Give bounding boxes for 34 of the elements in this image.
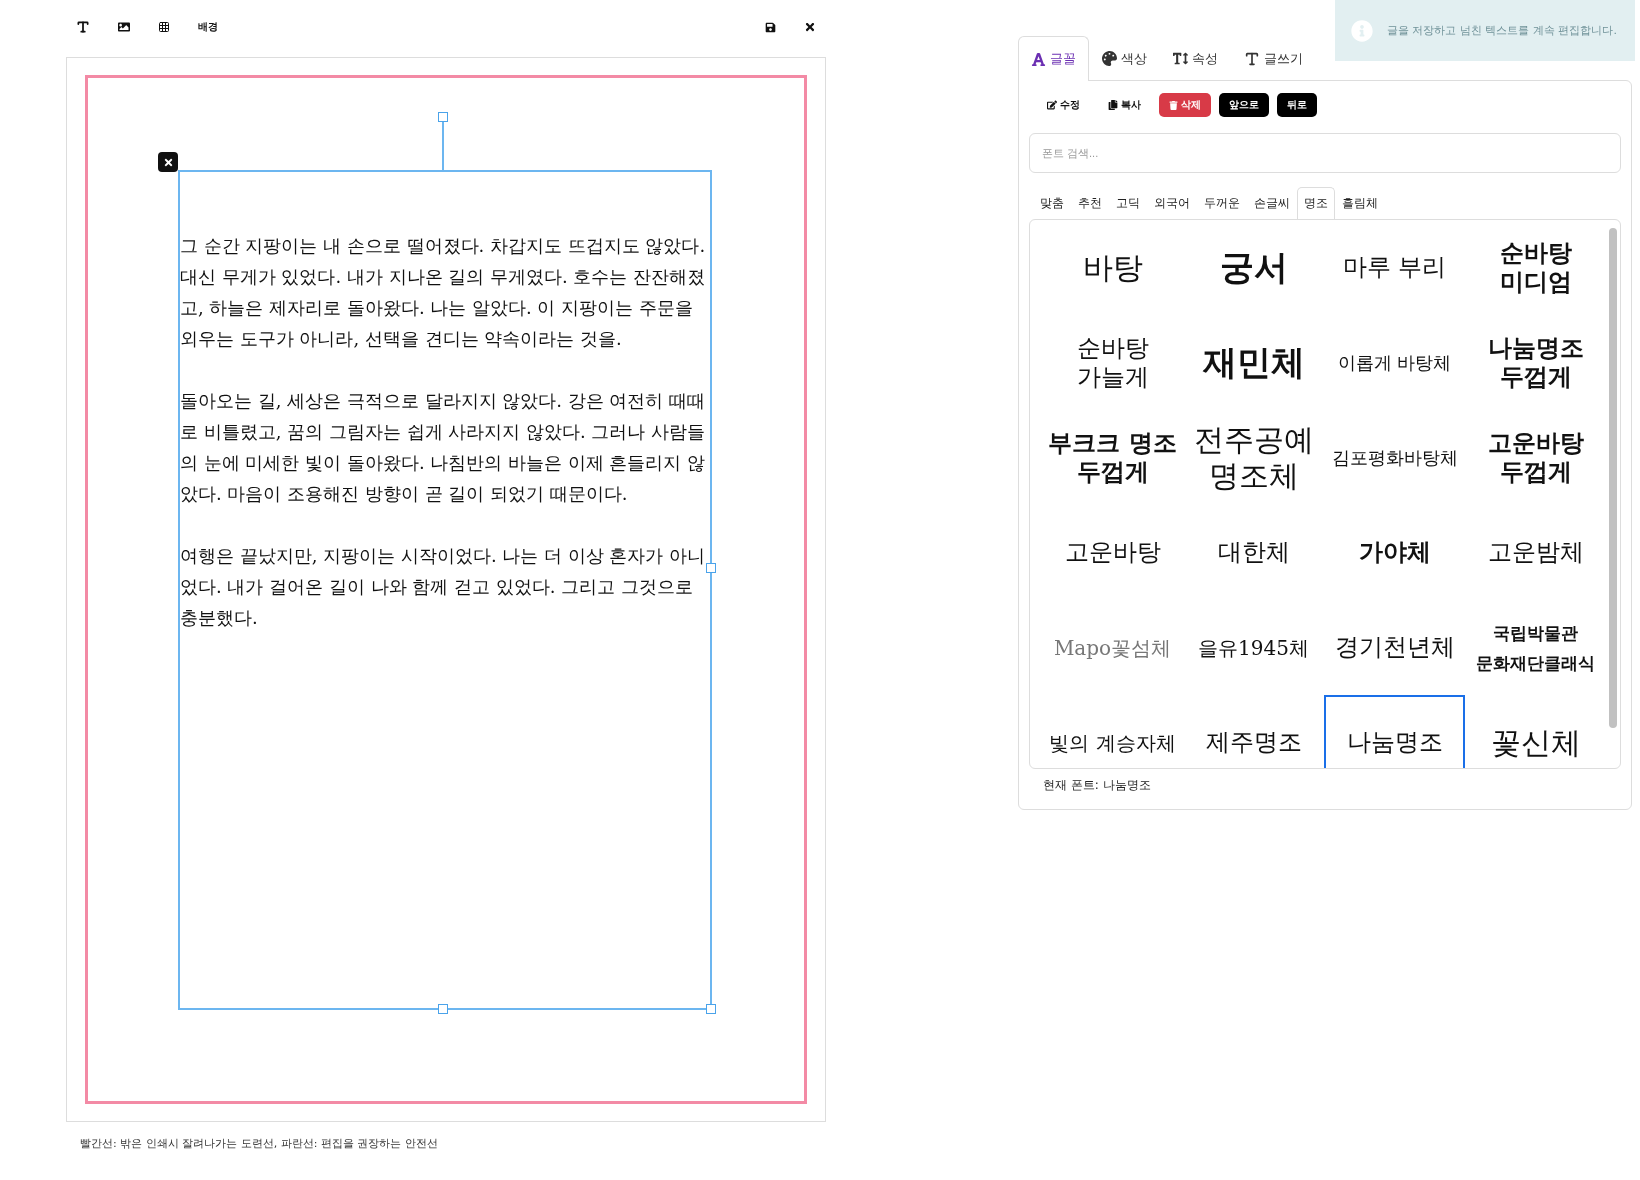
delete-element-button[interactable] — [158, 152, 178, 172]
palette-icon — [1102, 51, 1117, 66]
resize-handle[interactable] — [438, 1004, 448, 1014]
trash-icon — [1169, 100, 1178, 110]
panel-tab[interactable]: 글꼴 — [1018, 36, 1089, 81]
scrollbar[interactable] — [1609, 228, 1617, 728]
body-paragraph: 그 순간 지팡이는 내 손으로 떨어졌다. 차갑지도 뜨겁지도 않았다. 대신 무게가 있었다. 내가 지나온 길의 무게였다. 호수는 잔잔해졌고, 하늘은 제자리로 돌아왔다. 나는 알았다. 이 지팡이는 주문을 외우는 도구가 아니라, 선택을 견디는 약속이라는 것을. — [180, 234, 707, 351]
toast-message: 글을 저장하고 넘친 텍스트를 계속 편집합니다. — [1387, 23, 1617, 38]
guide-caption: 빨간선: 밖은 인쇄시 잘려나가는 도련선, 파란선: 편집을 권장하는 안전선 — [79, 1136, 439, 1151]
copy-button[interactable]: 복사 — [1098, 93, 1151, 117]
edit-icon — [1047, 100, 1057, 110]
text-icon — [1244, 50, 1260, 67]
font-option[interactable]: 나눔명조 — [1324, 695, 1465, 768]
edit-button[interactable]: 수정 — [1037, 93, 1090, 117]
text-size-icon — [1173, 51, 1188, 66]
copy-icon — [1108, 100, 1118, 110]
font-search-field[interactable]: 폰트 검색... — [1029, 133, 1621, 173]
current-font-label: 현재 폰트: 나눔명조 — [1043, 777, 1152, 794]
body-paragraph: 여행은 끝났지만, 지팡이는 시작이었다. 나는 더 이상 혼자가 아니었다. 내가 걸어온 길이 나와 함께 걷고 있었다. 그리고 그것으로 충분했다. — [180, 544, 707, 630]
background-button[interactable]: 배경 — [196, 18, 220, 36]
resize-handle[interactable] — [706, 563, 716, 573]
close-icon — [162, 156, 174, 168]
font-icon — [1031, 51, 1046, 67]
order-button[interactable]: 앞으로 — [1219, 93, 1269, 117]
resize-handle[interactable] — [706, 1004, 716, 1014]
rotate-handle[interactable] — [438, 112, 448, 122]
text-tool-button[interactable] — [74, 18, 92, 36]
body-paragraph: 돌아오는 길, 세상은 극적으로 달라지지 않았다. 강은 여전히 때때로 비틀렸고, 꿈의 그림자는 쉽게 사라지지 않았다. 그러나 사람들의 눈에 미세한 빛이 돌아왔다. 나침반의 바늘은 이제 흔들리지 않았다. 마음이 조용해진 방향이 곧 길이 되었기 때문이다. — [180, 389, 707, 506]
order-button[interactable]: 뒤로 — [1277, 93, 1317, 117]
info-icon — [1351, 19, 1373, 42]
rotate-line — [442, 122, 444, 170]
grid-tool-button[interactable] — [156, 19, 172, 35]
delete-button[interactable]: 삭제 — [1159, 93, 1211, 117]
category-tab[interactable]: 명조 — [1297, 187, 1335, 219]
